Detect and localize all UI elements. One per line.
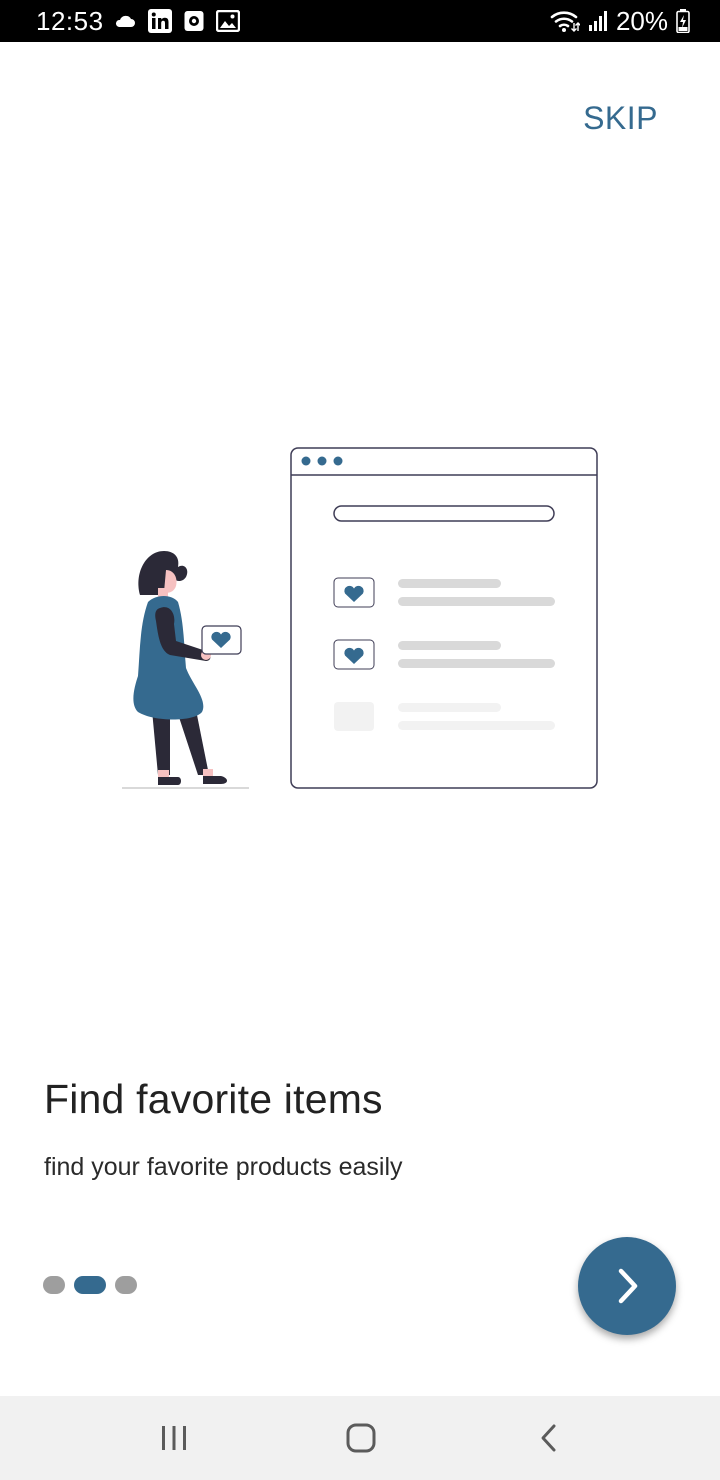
- page-indicator: [43, 1276, 137, 1294]
- home-icon: [346, 1423, 376, 1453]
- skip-button[interactable]: SKIP: [583, 100, 658, 137]
- next-button[interactable]: [578, 1237, 676, 1335]
- page-dot-active[interactable]: [74, 1276, 106, 1294]
- slide-subtitle: find your favorite products easily: [44, 1153, 403, 1181]
- screen-recorder-icon: [184, 11, 204, 31]
- woman-figure-illustration: [133, 551, 242, 785]
- home-button[interactable]: [337, 1416, 385, 1460]
- battery-percentage: 20%: [615, 6, 668, 36]
- page-dot[interactable]: [115, 1276, 137, 1294]
- system-status-icons: 20%: [550, 6, 690, 36]
- notification-icons: [114, 8, 240, 34]
- slide-title: Find favorite items: [44, 1076, 383, 1122]
- signal-icon: [588, 11, 607, 31]
- recents-icon: [162, 1426, 186, 1450]
- cloud-icon: [115, 15, 135, 27]
- status-time: 12:53: [36, 6, 104, 36]
- back-icon: [541, 1424, 556, 1452]
- recents-button[interactable]: [150, 1416, 198, 1460]
- chevron-right-icon: [618, 1268, 638, 1304]
- page-dot[interactable]: [43, 1276, 65, 1294]
- status-bar: 12:53 20%: [0, 0, 720, 42]
- wifi-icon: [550, 11, 580, 32]
- back-button[interactable]: [525, 1416, 573, 1460]
- system-navigation-bar: [0, 1396, 720, 1480]
- linkedin-icon: [148, 9, 172, 33]
- browser-window-illustration: [290, 447, 598, 789]
- gallery-icon: [216, 10, 240, 32]
- favorites-illustration: [122, 447, 598, 789]
- battery-charging-icon: [676, 9, 690, 33]
- onboarding-screen: 12:53 20% SKIP Find favorite items find …: [0, 0, 720, 1480]
